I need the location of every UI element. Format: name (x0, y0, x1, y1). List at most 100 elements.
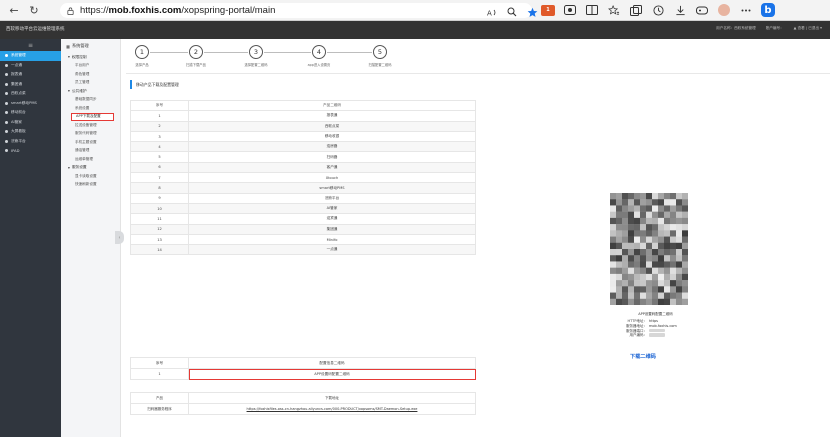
history-icon[interactable] (650, 2, 666, 18)
grid-icon (5, 139, 8, 143)
submenu-item[interactable]: 员工管理 (61, 79, 120, 88)
sidebar-item[interactable]: 一点通 (0, 61, 61, 71)
split-screen-icon[interactable] (584, 2, 600, 18)
table-row[interactable]: 6 客户通 (130, 161, 476, 174)
row-number: 2 (130, 120, 189, 132)
submenu-item[interactable]: 系统设置 (61, 104, 120, 113)
step-3: 3 选择配置二维码 (236, 45, 276, 67)
sidebar-item[interactable]: 浣熊平台 (0, 137, 61, 147)
sidebar-item-label: 移动前台 (11, 110, 26, 115)
submenu-item[interactable]: 快速刷新设置 (61, 181, 120, 190)
sidebar-item[interactable]: AI管家 (0, 118, 61, 128)
submenu-toggle-button[interactable]: ‹ (115, 231, 124, 244)
config-qr-cell[interactable]: APP设置码配置二维码 (188, 368, 476, 380)
download-url-link[interactable]: https://foxhisfiles.oss-cn-hangzhou.aliy… (247, 407, 418, 411)
sidebar-item-label: 浣熊平台 (11, 138, 26, 143)
submenu-item[interactable]: APP下载及配置 (71, 112, 114, 121)
extension-badge-icon[interactable]: 1 (540, 2, 556, 18)
product-qr-cell[interactable]: 一点通 (188, 244, 476, 256)
back-button[interactable]: ← (6, 2, 22, 18)
submenu-group[interactable]: ▾ 公共维护 (61, 87, 120, 96)
table-row[interactable]: 9 浣熊平台 (130, 192, 476, 204)
step-5: 5 扫描配置二维码 (360, 45, 400, 67)
qr-caption: APP设置码配置二维码 (638, 312, 673, 316)
caret-down-icon: ▾ (68, 55, 70, 60)
product-qr-cell[interactable]: 报表通 (188, 110, 476, 122)
sidebar-item[interactable]: 系统管理 (0, 51, 61, 61)
product-qr-cell[interactable]: 客户通 (188, 161, 476, 174)
submenu-group[interactable]: ▾ 权限控制 (61, 53, 120, 62)
table-row[interactable]: 10 AI管家 (130, 202, 476, 215)
sidebar-collapse-icon[interactable]: ≡ (0, 39, 61, 51)
submenu-item[interactable]: 服务代码管理 (61, 130, 120, 139)
product-qr-cell[interactable]: Minifo (188, 233, 476, 246)
submenu-item[interactable]: 拉送设备管理 (61, 121, 120, 130)
submenu-item[interactable]: 平台用户 (61, 62, 120, 71)
table-row[interactable]: 13 Minifo (130, 233, 476, 246)
table-row[interactable]: 2 西软点菜 (130, 120, 476, 132)
table-row[interactable]: 7 Xtouch (130, 172, 476, 184)
favorite-star-icon[interactable] (524, 4, 540, 20)
table-row[interactable]: 12 集团通 (130, 223, 476, 235)
read-aloud-icon[interactable]: A (484, 4, 500, 20)
refresh-button[interactable]: ↻ (26, 2, 42, 18)
product-qr-cell[interactable]: 扫码器 (188, 151, 476, 163)
sidebar-item[interactable]: 西软点菜 (0, 89, 61, 99)
app-title: 西软移动平台云运维管理系统 (6, 27, 65, 32)
sidebar-item[interactable]: 报表通 (0, 70, 61, 80)
logout-link[interactable]: ▲ 查看 | 已退出 ▾ (794, 26, 822, 31)
download-url-cell: https://foxhisfiles.oss-cn-hangzhou.aliy… (188, 403, 476, 415)
product-qr-cell[interactable]: 西软点菜 (188, 120, 476, 132)
sidebar-item[interactable]: IPAD (0, 146, 61, 156)
extension-icon[interactable] (562, 2, 578, 18)
submenu-item[interactable]: 运维单管理 (61, 155, 120, 164)
more-menu-icon[interactable] (738, 2, 754, 18)
sidebar-item-label: 报表通 (11, 72, 23, 77)
sidebar-item[interactable]: 移动前台 (0, 108, 61, 118)
back-arrow-icon: ← (9, 3, 19, 17)
product-qr-cell[interactable]: 迎宾通 (188, 213, 476, 225)
zoom-icon[interactable] (504, 4, 520, 20)
bing-copilot-icon[interactable]: b (760, 2, 776, 18)
sidebar-item[interactable]: 集团通 (0, 80, 61, 90)
address-bar[interactable]: https://mob.foxhis.com/xopspring-portal/… (60, 3, 532, 18)
dish-icon (5, 92, 8, 96)
table-row[interactable]: 8 smart移动PMS (130, 182, 476, 194)
product-qr-cell[interactable]: AI管家 (188, 202, 476, 215)
submenu-title-text: 系统管理 (71, 43, 89, 48)
favorites-icon[interactable] (606, 2, 622, 18)
app-header: 西软移动平台云运维管理系统 用户名称：西软系统管理 账户编号： ▲ 查看 | 已… (0, 21, 830, 39)
table-row[interactable]: 3 移动收银 (130, 130, 476, 143)
download-icon[interactable] (672, 2, 688, 18)
product-qr-cell[interactable]: Xtouch (188, 172, 476, 184)
section-title: 移动产品下载及配置管理 (130, 80, 179, 89)
row-number: 12 (130, 223, 189, 235)
product-qr-cell[interactable]: 移动收银 (188, 130, 476, 143)
table-row[interactable]: 1 报表通 (130, 110, 476, 122)
download-table: 产品 下载地址 扫码器服务程序 https://foxhisfiles.oss-… (130, 392, 476, 415)
submenu-item[interactable]: 手机主题设置 (61, 138, 120, 147)
submenu-item[interactable]: 角色管理 (61, 70, 120, 79)
product-qr-cell[interactable]: smart移动PMS (188, 182, 476, 194)
product-qr-cell[interactable]: 巡房器 (188, 141, 476, 153)
row-number: 10 (130, 202, 189, 215)
sidebar-item-label: AI管家 (11, 119, 22, 124)
profile-avatar-icon[interactable] (716, 2, 732, 18)
submenu-item[interactable]: 显卡读取设置 (61, 172, 120, 181)
table-row[interactable]: 5 扫码器 (130, 151, 476, 163)
product-qr-cell[interactable]: 集团通 (188, 223, 476, 235)
submenu-item[interactable]: 基础数据同步 (61, 96, 120, 105)
table-row[interactable]: 4 巡房器 (130, 141, 476, 153)
sidebar-item[interactable]: 大屏看板 (0, 127, 61, 137)
sidebar-item[interactable]: smart移动PMS (0, 99, 61, 109)
submenu-group[interactable]: ▾ 服务设置 (61, 164, 120, 173)
table-row[interactable]: 11 迎宾通 (130, 213, 476, 225)
table-row[interactable]: 14 一点通 (130, 244, 476, 256)
collections-icon[interactable] (628, 2, 644, 18)
product-qr-cell[interactable]: 浣熊平台 (188, 192, 476, 204)
submenu-item[interactable]: 通话管理 (61, 147, 120, 156)
game-controller-icon[interactable] (694, 2, 710, 18)
step-label: 扫描下载产品 (186, 63, 206, 67)
flag-icon (5, 63, 8, 67)
download-qr-link[interactable]: 下载二维码 (630, 353, 656, 360)
